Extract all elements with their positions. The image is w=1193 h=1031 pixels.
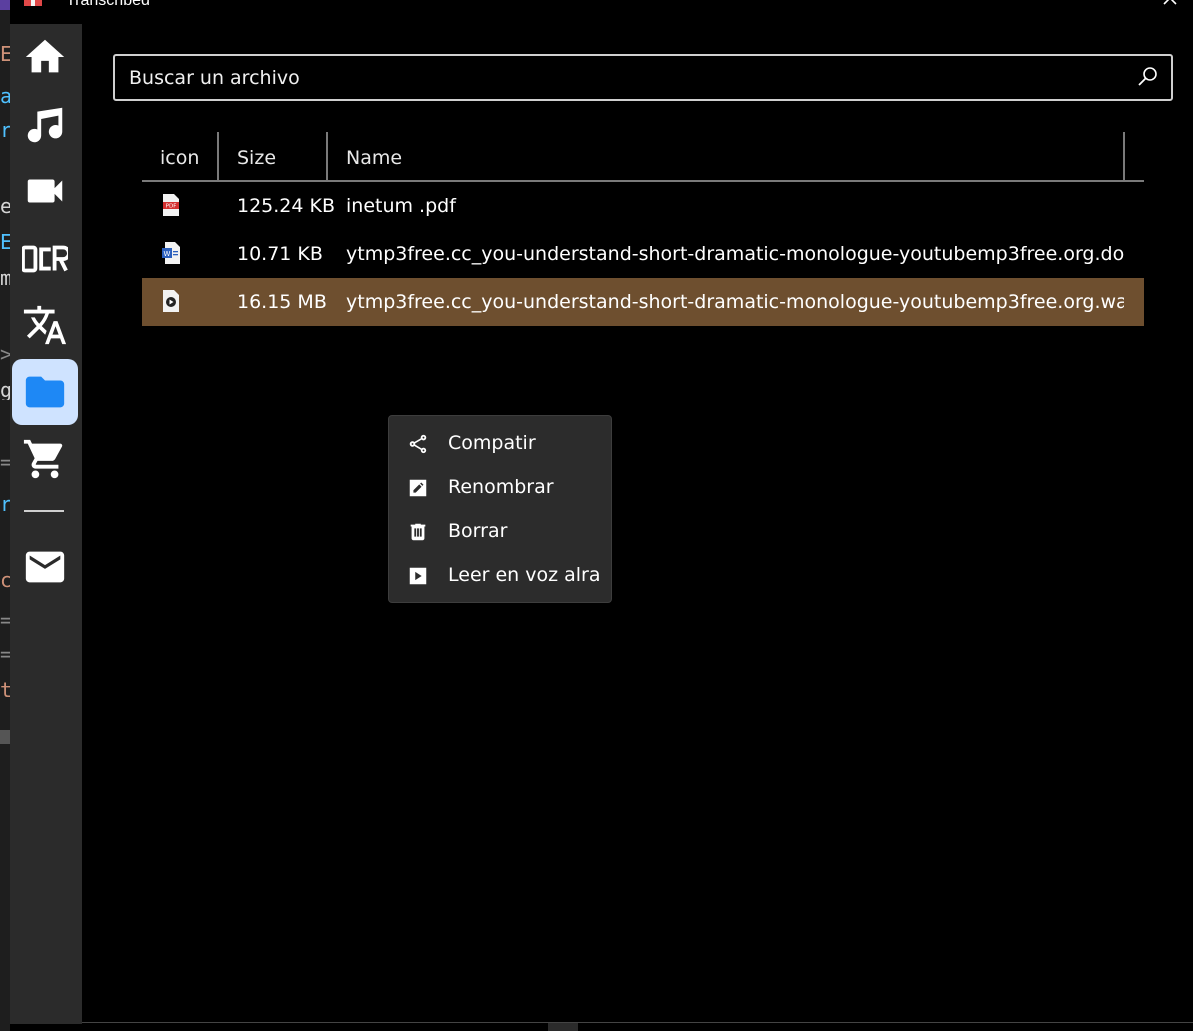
mail-icon [25, 551, 65, 583]
rename-icon [409, 479, 427, 497]
search-box [113, 54, 1173, 101]
pdf-file-icon: PDF [163, 194, 179, 216]
nav-video-button[interactable] [12, 158, 78, 224]
column-header-size[interactable]: Size [219, 132, 276, 180]
nav-mail-button[interactable] [12, 534, 78, 600]
column-header-icon[interactable]: icon [142, 132, 199, 180]
window-title: Transcribed [66, 0, 150, 9]
nav-music-button[interactable] [12, 92, 78, 158]
menu-item-label: Compatir [448, 432, 536, 454]
search-icon[interactable] [1137, 66, 1159, 88]
menu-item-label: Leer en voz alra [448, 564, 601, 586]
table-row-selected[interactable]: 16.15 MB ytmp3free.cc_you-understand-sho… [142, 278, 1144, 326]
title-bar: Transcribed [10, 0, 1193, 24]
menu-item-rename[interactable]: Renombrar [389, 465, 611, 509]
resize-grip[interactable] [548, 1023, 578, 1031]
shopping-cart-icon [23, 439, 63, 479]
column-resize-handle[interactable] [1123, 132, 1125, 180]
column-header-name[interactable]: Name [328, 132, 402, 180]
word-file-icon: W [162, 242, 180, 264]
video-camera-icon [27, 179, 63, 203]
ocr-icon [22, 245, 68, 273]
sidebar [10, 24, 82, 1024]
file-name: ytmp3free.cc_you-understand-short-dramat… [346, 291, 1124, 313]
menu-item-label: Renombrar [448, 476, 554, 498]
share-icon [409, 434, 427, 454]
context-menu: Compatir Renombrar Borrar Leer en voz al… [388, 415, 612, 603]
file-browser-panel: icon Size Name PDF 125.24 KB inetum .pdf… [82, 24, 1193, 1024]
svg-text:PDF: PDF [166, 204, 177, 210]
trash-icon [410, 523, 426, 541]
nav-files-button[interactable] [12, 359, 78, 425]
sidebar-divider [24, 510, 64, 512]
nav-ocr-button[interactable] [12, 226, 78, 292]
file-size: 16.15 MB [237, 291, 327, 313]
search-input[interactable] [129, 56, 1109, 99]
app-logo-icon [24, 0, 42, 6]
home-icon [25, 39, 65, 73]
menu-item-read-aloud[interactable]: Leer en voz alra [389, 553, 611, 597]
music-icon [27, 107, 63, 143]
file-name: inetum .pdf [346, 195, 456, 217]
file-size: 10.71 KB [237, 243, 323, 265]
menu-item-share[interactable]: Compatir [389, 421, 611, 465]
table-row[interactable]: W 10.71 KB ytmp3free.cc_you-understand-s… [142, 230, 1144, 278]
translate-icon [23, 305, 67, 345]
table-row[interactable]: PDF 125.24 KB inetum .pdf [142, 182, 1144, 230]
audio-file-icon [163, 290, 179, 312]
nav-translate-button[interactable] [12, 292, 78, 358]
table-header: icon Size Name [142, 132, 1144, 182]
menu-item-delete[interactable]: Borrar [389, 509, 611, 553]
background-editor-strip: E a r e E m > g = r c = = t [0, 0, 10, 1031]
file-table: icon Size Name PDF 125.24 KB inetum .pdf… [142, 132, 1144, 326]
menu-item-label: Borrar [448, 520, 508, 542]
svg-text:W: W [164, 250, 171, 258]
file-size: 125.24 KB [237, 195, 336, 217]
close-icon[interactable] [1157, 0, 1183, 18]
play-icon [409, 567, 427, 585]
file-name: ytmp3free.cc_you-understand-short-dramat… [346, 243, 1124, 265]
nav-store-button[interactable] [12, 426, 78, 492]
window-bottom-border [82, 1022, 1193, 1023]
folder-icon [25, 376, 65, 408]
nav-home-button[interactable] [12, 24, 78, 90]
